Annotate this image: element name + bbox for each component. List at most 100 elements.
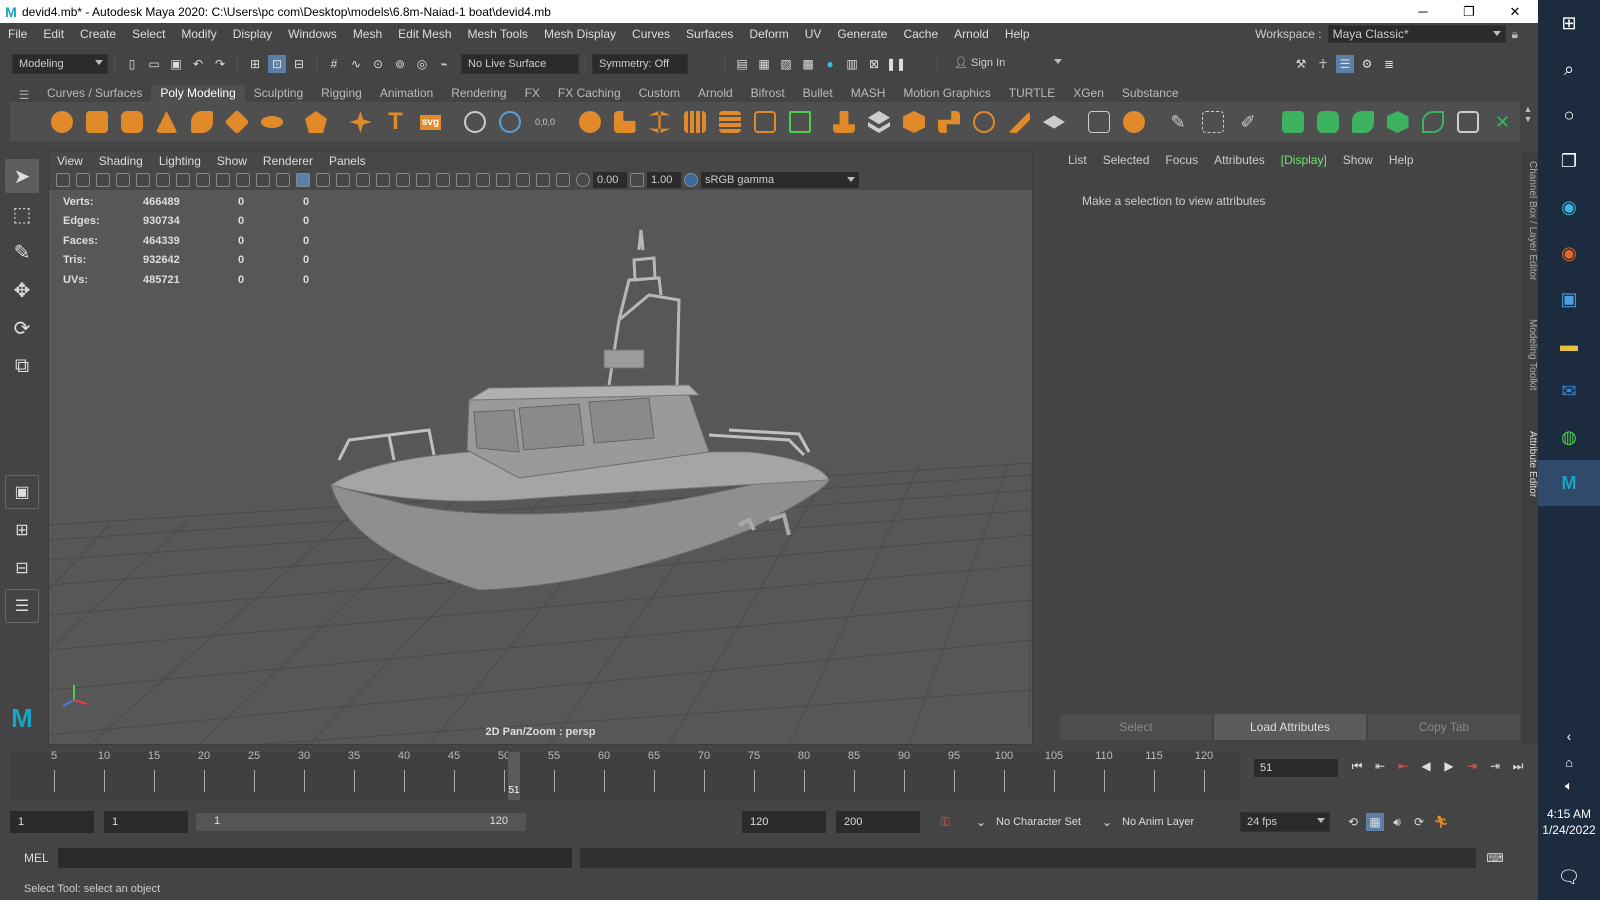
chrome-icon[interactable]: ◍ — [1538, 414, 1600, 460]
platonic-solid-icon[interactable] — [301, 107, 331, 137]
menu-mesh-tools[interactable]: Mesh Tools — [460, 27, 536, 41]
menu-file[interactable]: File — [0, 27, 35, 41]
snap-grid-icon[interactable]: # — [325, 55, 343, 73]
wireframe-icon[interactable] — [276, 173, 290, 187]
menu-mesh[interactable]: Mesh — [345, 27, 390, 41]
svg-tool-icon[interactable]: svg — [416, 107, 446, 137]
color-management-icon[interactable] — [684, 173, 698, 187]
tab-attribute-editor[interactable]: Attribute Editor — [1522, 431, 1538, 497]
viewport-menu-lighting[interactable]: Lighting — [151, 154, 209, 168]
xray-joints-icon[interactable] — [556, 173, 570, 187]
safe-title-icon[interactable] — [256, 173, 270, 187]
viewport-menu-show[interactable]: Show — [209, 154, 255, 168]
menu-edit[interactable]: Edit — [35, 27, 72, 41]
snap-view-plane-icon[interactable]: ⊚ — [391, 55, 409, 73]
wedge-icon[interactable] — [934, 107, 964, 137]
channel-box-icon[interactable]: ≣ — [1380, 55, 1398, 73]
select-component-icon[interactable]: ⊟ — [290, 55, 308, 73]
poly-cone-icon[interactable] — [152, 107, 182, 137]
poly-sphere-icon[interactable] — [47, 107, 77, 137]
film-gate-icon[interactable] — [156, 173, 170, 187]
shelf-tab-bullet[interactable]: Bullet — [794, 85, 842, 102]
exposure-field[interactable]: 0.00 — [593, 172, 627, 188]
shelf-scroll[interactable]: ▲ ▼ — [1522, 104, 1534, 140]
freeze-transform-icon[interactable]: 0,0,0 — [530, 107, 560, 137]
move-tool-icon[interactable]: ✥ — [5, 273, 39, 307]
step-back-key-icon[interactable]: ⇤ — [1371, 756, 1389, 776]
go-to-end-icon[interactable]: ⏭ — [1509, 756, 1527, 776]
viewport-menu-renderer[interactable]: Renderer — [255, 154, 321, 168]
playback-end-field[interactable]: 120 — [742, 811, 826, 833]
scene-canvas[interactable] — [49, 190, 1032, 745]
shelf-tab-animation[interactable]: Animation — [371, 85, 442, 102]
safe-action-icon[interactable] — [236, 173, 250, 187]
minimize-button[interactable]: ─ — [1400, 0, 1446, 23]
target-weld-icon[interactable] — [1119, 107, 1149, 137]
tab-modeling-toolkit[interactable]: Modeling Toolkit — [1522, 319, 1538, 391]
combine-icon[interactable] — [575, 107, 605, 137]
restore-button[interactable]: ❐ — [1446, 0, 1492, 23]
new-scene-icon[interactable]: ▯ — [123, 55, 141, 73]
depth-of-field-icon[interactable] — [476, 173, 490, 187]
character-set-label[interactable]: No Character Set — [996, 816, 1096, 828]
smooth-shade-icon[interactable] — [296, 173, 310, 187]
select-object-icon[interactable]: ⊡ — [268, 55, 286, 73]
quad-draw-icon[interactable] — [1084, 107, 1114, 137]
poke-face-icon[interactable] — [969, 107, 999, 137]
poly-cylinder-icon[interactable] — [117, 107, 147, 137]
menu-set-dropdown[interactable]: Modeling — [12, 54, 108, 74]
render-frame-icon[interactable]: ▦ — [755, 55, 773, 73]
fill-hole-icon[interactable] — [899, 107, 929, 137]
xray-active-icon[interactable] — [536, 173, 550, 187]
shelf-tab-rigging[interactable]: Rigging — [312, 85, 371, 102]
anim-layer-label[interactable]: No Anim Layer — [1122, 816, 1222, 828]
copy-tab-button[interactable]: Copy Tab — [1368, 714, 1520, 740]
insert-edge-loop-icon[interactable] — [1198, 107, 1228, 137]
pivot-tool-icon[interactable] — [460, 107, 490, 137]
bookmarks-icon[interactable] — [96, 173, 110, 187]
step-back-frame-icon[interactable]: ⇤ — [1394, 756, 1412, 776]
four-view-layout-icon[interactable]: ⊞ — [5, 513, 39, 547]
gamma-icon[interactable] — [630, 173, 644, 187]
sign-in-dropdown[interactable]: 👤︎ Sign In — [948, 54, 1066, 74]
shelf-tab-mash[interactable]: MASH — [842, 85, 895, 102]
shelf-tab-curves-surfaces[interactable]: Curves / Surfaces — [38, 85, 151, 102]
viewport-menu-view[interactable]: View — [49, 154, 91, 168]
shelf-tab-turtle[interactable]: TURTLE — [1000, 85, 1064, 102]
script-editor-icon[interactable]: ⌨ — [1486, 849, 1504, 867]
animation-end-field[interactable]: 200 — [836, 811, 920, 833]
snap-point-icon[interactable]: ⊙ — [369, 55, 387, 73]
pause-ipr-icon[interactable]: ❚❚ — [886, 55, 906, 73]
sound-icon[interactable]: 🔊︎ — [1388, 813, 1406, 831]
cached-playback-icon[interactable]: ▦ — [1366, 813, 1384, 831]
separate-icon[interactable] — [610, 107, 640, 137]
workspace-dropdown[interactable]: Maya Classic* — [1327, 25, 1506, 43]
ipr-render-icon[interactable]: ▧ — [777, 55, 795, 73]
image-plane-icon[interactable] — [116, 173, 130, 187]
chevron-down-icon[interactable]: ⌄ — [1098, 813, 1116, 831]
field-chart-icon[interactable] — [216, 173, 230, 187]
ambient-occlusion-icon[interactable] — [416, 173, 430, 187]
mirror-icon[interactable] — [645, 107, 675, 137]
menu-display[interactable]: Display — [225, 27, 280, 41]
shadows-icon[interactable] — [396, 173, 410, 187]
lock-icon[interactable]: 🔒︎ — [1512, 27, 1518, 42]
ae-menu-attributes[interactable]: Attributes — [1206, 153, 1273, 167]
shelf-tab-motion-graphics[interactable]: Motion Graphics — [894, 85, 999, 102]
super-shape-icon[interactable] — [346, 107, 376, 137]
smooth-icon[interactable] — [680, 107, 710, 137]
paint-select-tool-icon[interactable]: ✎ — [5, 235, 39, 269]
uv-editor-icon[interactable] — [1453, 107, 1483, 137]
menu-deform[interactable]: Deform — [741, 27, 796, 41]
camera-attributes-icon[interactable] — [76, 173, 90, 187]
single-perspective-layout-icon[interactable]: ▣ — [5, 475, 39, 509]
menu-mesh-display[interactable]: Mesh Display — [536, 27, 624, 41]
reset-transform-icon[interactable] — [495, 107, 525, 137]
menu-create[interactable]: Create — [72, 27, 124, 41]
arnold-render-icon[interactable]: ▥ — [843, 55, 861, 73]
current-time-marker[interactable]: 51 — [508, 752, 520, 800]
textured-icon[interactable] — [356, 173, 370, 187]
windows-start-icon[interactable]: ⊞ — [1538, 0, 1600, 46]
snap-curve-icon[interactable]: ∿ — [347, 55, 365, 73]
modeling-toolkit-icon[interactable]: ⚒ — [1292, 55, 1310, 73]
